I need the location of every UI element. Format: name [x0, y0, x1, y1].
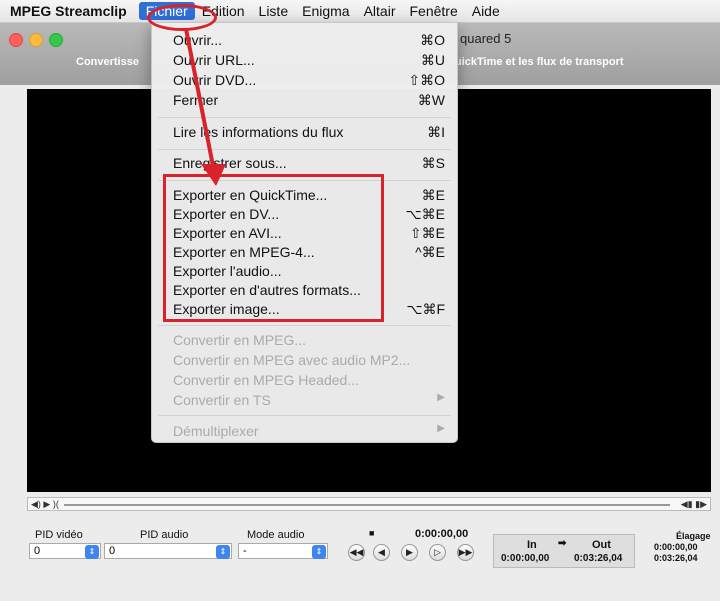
- annotation-arrow: [184, 28, 226, 186]
